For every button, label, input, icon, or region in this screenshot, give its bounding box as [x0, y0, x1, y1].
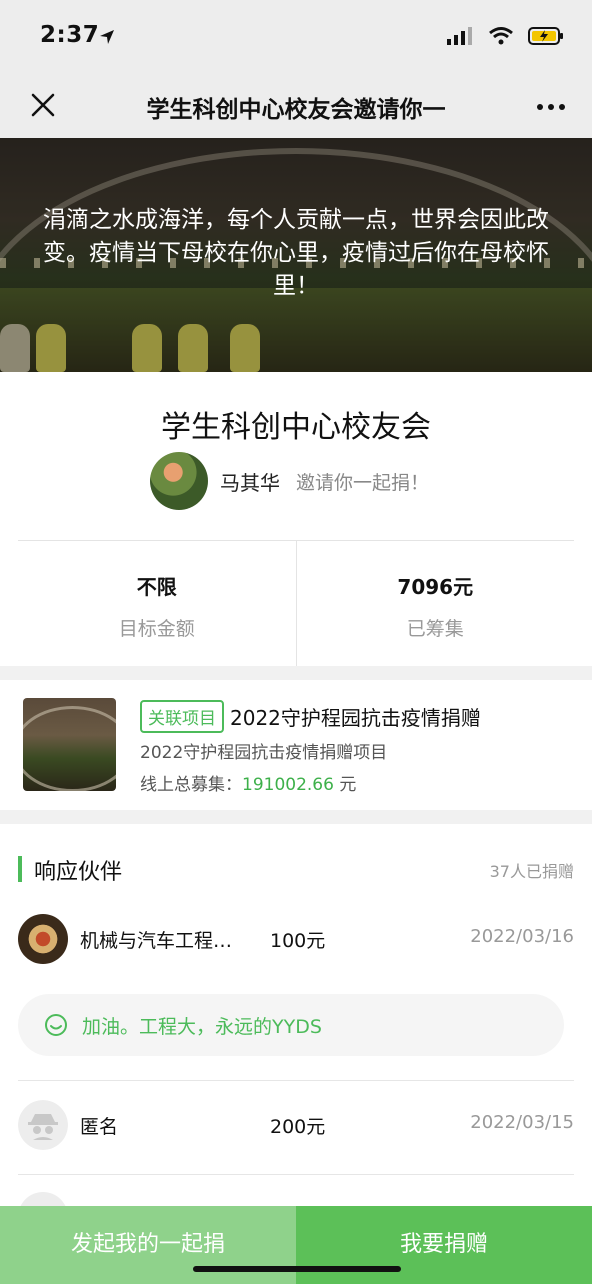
donate-button[interactable]: 我要捐赠 [296, 1206, 592, 1284]
list-item[interactable]: 匿名 200元 2022/03/15 [18, 1096, 574, 1156]
donor-amount: 200元 [270, 1116, 326, 1138]
banner-image: 涓滴之水成海洋，每个人贡献一点，世界会因此改变。疫情当下母校在你心里，疫情过后你… [0, 138, 592, 372]
partners-header: 响应伙伴 37人已捐赠 [18, 852, 574, 888]
location-arrow-icon [100, 30, 114, 44]
more-icon[interactable] [536, 102, 566, 112]
close-icon[interactable] [28, 90, 58, 120]
section-divider [0, 666, 592, 680]
smile-icon [45, 1014, 67, 1036]
comment-text: 加油。工程大，永远的YYDS [82, 1016, 322, 1038]
wifi-icon [489, 27, 513, 45]
anonymous-icon [18, 1100, 68, 1150]
raised-label: 已筹集 [406, 618, 464, 640]
project-total: 线上总募集：191002.66 元 [140, 770, 356, 795]
signal-icon [447, 27, 472, 45]
page-title: 学生科创中心校友会邀请你一 [146, 97, 446, 123]
linked-project-card[interactable]: 关联项目 2022守护程园抗击疫情捐赠 2022守护程园抗击疫情捐赠项目 线上总… [0, 680, 592, 810]
org-name: 学生科创中心校友会 [161, 410, 431, 445]
divider [18, 1174, 574, 1175]
target-label: 目标金额 [118, 618, 195, 640]
status-bar: 2:37 [0, 0, 592, 76]
project-total-amount: 191002.66 [242, 775, 334, 795]
project-total-label: 线上总募集： [140, 775, 242, 795]
project-thumbnail [23, 698, 116, 791]
avatar [18, 914, 68, 964]
project-tag: 关联项目 [140, 700, 224, 733]
donor-count: 37人已捐赠 [489, 862, 574, 881]
home-indicator [193, 1266, 401, 1272]
project-desc: 2022守护程园抗击疫情捐赠项目 [140, 743, 388, 763]
partners-title: 响应伙伴 [34, 860, 123, 885]
donor-name: 匿名 [80, 1116, 119, 1138]
stat-raised: 7096元 已筹集 [295, 541, 575, 667]
battery-icon [528, 27, 563, 45]
project-name: 2022守护程园抗击疫情捐赠 [230, 706, 481, 730]
project-total-unit: 元 [333, 775, 357, 795]
section-divider [0, 810, 592, 824]
stat-target: 不限 目标金额 [18, 541, 296, 667]
divider [18, 1080, 574, 1081]
start-fundraise-button[interactable]: 发起我的一起捐 [0, 1206, 296, 1284]
nav-bar: 学生科创中心校友会邀请你一 [0, 76, 592, 138]
footer-bar: 发起我的一起捐 我要捐赠 [0, 1206, 592, 1284]
donor-amount: 100元 [270, 930, 326, 952]
inviter-text: 邀请你一起捐！ [296, 471, 430, 494]
stats-panel: 不限 目标金额 7096元 已筹集 [18, 540, 574, 667]
raised-value: 7096元 [397, 575, 474, 599]
status-time: 2:37 [40, 22, 100, 48]
donor-date: 2022/03/16 [470, 926, 574, 947]
inviter-row: 马其华 邀请你一起捐！ [150, 452, 429, 510]
accent-bar [18, 856, 22, 882]
banner-text: 涓滴之水成海洋，每个人贡献一点，世界会因此改变。疫情当下母校在你心里，疫情过后你… [43, 207, 549, 299]
donor-name: 机械与汽车工程… [80, 930, 233, 952]
avatar [150, 452, 208, 510]
donor-date: 2022/03/15 [470, 1112, 574, 1133]
donor-comment: 加油。工程大，永远的YYDS [18, 994, 564, 1056]
list-item[interactable]: 机械与汽车工程… 100元 2022/03/16 [18, 910, 574, 970]
inviter-name: 马其华 [220, 470, 280, 495]
target-value: 不限 [136, 575, 177, 599]
